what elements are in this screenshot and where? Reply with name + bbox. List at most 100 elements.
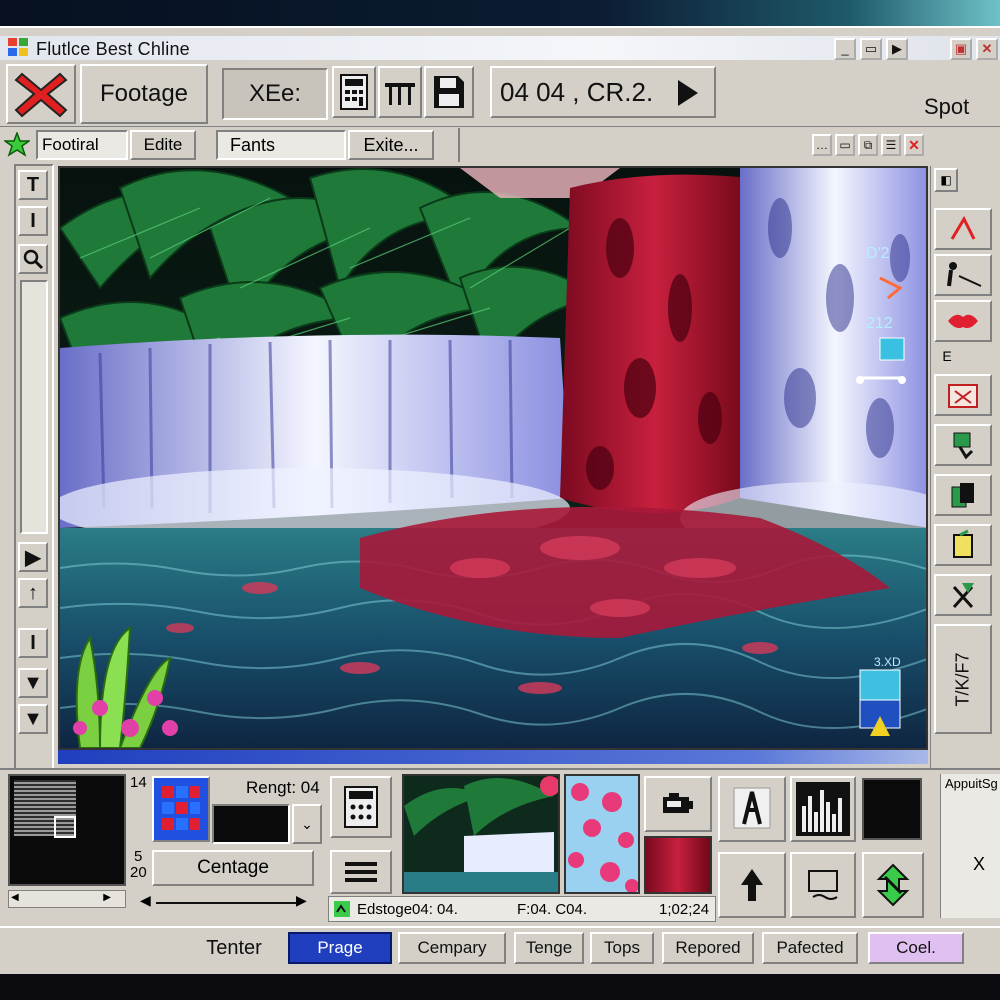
paint-tool-button[interactable] — [934, 524, 992, 566]
cursor-tool-button[interactable]: I — [18, 206, 48, 236]
pen-tool-button[interactable] — [934, 208, 992, 250]
film-tool-button[interactable] — [934, 374, 992, 416]
thumbnail-hearts[interactable] — [564, 774, 640, 894]
apput-label: AppuitSg — [945, 776, 998, 791]
calculator-small-icon — [344, 786, 378, 828]
status-bar: Edstoge04: 04. F:04. C04. 1;02;24 — [328, 896, 716, 922]
down-arrow-end-button[interactable]: ▼ — [18, 704, 48, 734]
bottom-left-scrollbar[interactable]: ◀ ▶ — [8, 890, 126, 908]
left-scroll-track[interactable] — [20, 280, 48, 534]
fants-field[interactable]: Fants — [216, 130, 346, 160]
panel-list-button[interactable]: ☰ — [881, 134, 901, 156]
camera-icon — [663, 793, 693, 813]
play-tool-button[interactable]: ▶ — [18, 542, 48, 572]
panel-tile-button[interactable]: ⧉ — [858, 134, 878, 156]
cut-tool-button[interactable] — [934, 574, 992, 616]
layers-tool-button[interactable] — [934, 474, 992, 516]
panel-restore-button[interactable]: ▭ — [835, 134, 855, 156]
bottom-divider — [0, 768, 1000, 770]
black-preview[interactable] — [862, 778, 922, 840]
tab-coel[interactable]: Coel. — [868, 932, 964, 964]
brush-tool-button[interactable] — [934, 254, 992, 296]
progress-bar — [58, 750, 928, 764]
sync-button[interactable] — [862, 852, 924, 918]
save-button[interactable] — [424, 66, 474, 118]
footage-button[interactable]: Footage — [80, 64, 208, 124]
centage-button[interactable]: Centage — [152, 850, 314, 886]
close-footage-button[interactable] — [6, 64, 76, 124]
position-slider[interactable]: ◀ ▶ — [140, 892, 320, 914]
camera-button[interactable] — [644, 776, 712, 832]
xee-field[interactable]: XEe: — [222, 68, 328, 120]
grid-widget-icon — [859, 669, 901, 736]
tab-tenter[interactable]: Tenter — [186, 932, 282, 964]
histogram-icon — [796, 782, 850, 836]
thumbnail-waterfall[interactable] — [402, 774, 560, 894]
tab-coel-label: Coel. — [896, 938, 936, 957]
tab-pafected[interactable]: Pafected — [762, 932, 858, 964]
window-title: Flutlce Best Chline — [36, 39, 190, 59]
tab-cempary[interactable]: Cempary — [398, 932, 506, 964]
apput-close-icon[interactable]: X — [973, 854, 985, 875]
vertical-label: T/K/F7 — [952, 651, 973, 707]
application-window: Flutlce Best Chline _ ▭ ▶ ▣ ✕ Footage XE… — [0, 26, 1000, 974]
calculator-button[interactable] — [332, 66, 376, 118]
tab-tops[interactable]: Tops — [590, 932, 654, 964]
cursor-select-button[interactable] — [718, 776, 786, 842]
panel-close-button[interactable]: ✕ — [904, 134, 924, 156]
window-close-button[interactable]: ✕ — [976, 38, 998, 60]
vertical-label-panel[interactable]: T/K/F7 — [934, 624, 992, 734]
restore-button[interactable]: ▭ — [860, 38, 882, 60]
table-tool-button[interactable] — [378, 66, 422, 118]
histogram-button[interactable] — [790, 776, 856, 842]
footiral-field[interactable]: Footiral — [36, 130, 128, 160]
frame-label: F:04. C04. — [517, 901, 588, 918]
thumbnail-red-fall[interactable] — [644, 836, 712, 894]
zoom-tool-button[interactable] — [18, 244, 48, 274]
rengt-value-field[interactable] — [212, 804, 290, 844]
minimize-button[interactable]: _ — [834, 38, 856, 60]
panel-minimize-button[interactable]: … — [812, 134, 832, 156]
text-tool-button[interactable]: T — [18, 170, 48, 200]
centage-label: Centage — [197, 857, 269, 878]
xee-label: XEe: — [248, 80, 302, 107]
lips-icon — [948, 314, 978, 329]
calculator-icon — [340, 74, 368, 110]
apput-panel: AppuitSg X — [940, 774, 1000, 918]
spot-label: Spot — [924, 94, 970, 119]
down-arrow-button[interactable]: ▼ — [18, 668, 48, 698]
noise-preview[interactable] — [8, 774, 126, 886]
green-tool-button[interactable] — [934, 424, 992, 466]
tab-tenge[interactable]: Tenge — [514, 932, 584, 964]
up-arrow-button[interactable]: ↑ — [18, 578, 48, 608]
calculator-panel-button[interactable] — [330, 776, 392, 838]
exite-button[interactable]: Exite... — [348, 130, 434, 160]
red-x-icon — [14, 72, 68, 118]
tab-prage[interactable]: Prage — [288, 932, 392, 964]
tab-pafected-label: Pafected — [776, 938, 844, 957]
tab-repored[interactable]: Repored — [662, 932, 754, 964]
number-5: 5 — [134, 848, 143, 865]
e-label: E — [942, 348, 952, 364]
edite-button[interactable]: Edite — [130, 130, 196, 160]
rengt-dropdown-button[interactable]: ⌄ — [292, 804, 322, 844]
green-figure-icon — [953, 432, 974, 460]
window-mode-button[interactable]: ▣ — [950, 38, 972, 60]
timecode-display[interactable]: 04 04 , CR.2. — [490, 66, 716, 118]
main-canvas[interactable]: D'2 212 3.XD — [58, 166, 928, 750]
panel-controls: … ▭ ⧉ ☰ ✕ — [812, 134, 924, 156]
comment-button[interactable] — [790, 852, 856, 918]
floppy-disk-icon — [434, 76, 464, 108]
line-tool-button[interactable]: I — [18, 628, 48, 658]
edite-label: Edite — [143, 135, 183, 154]
desktop-bottom-band — [0, 974, 1000, 1000]
palette-button[interactable] — [152, 776, 210, 842]
menu-button[interactable] — [330, 850, 392, 894]
next-button[interactable]: ▶ — [886, 38, 908, 60]
edstoge-label: Edstoge04: 04. — [357, 901, 458, 918]
up-arrow-tool-button[interactable] — [718, 852, 786, 918]
chevron-down-icon: ⌄ — [301, 815, 313, 832]
comment-icon — [808, 870, 838, 900]
right-panel-toggle-button[interactable]: ◧ — [934, 168, 958, 192]
lips-tool-button[interactable] — [934, 300, 992, 342]
